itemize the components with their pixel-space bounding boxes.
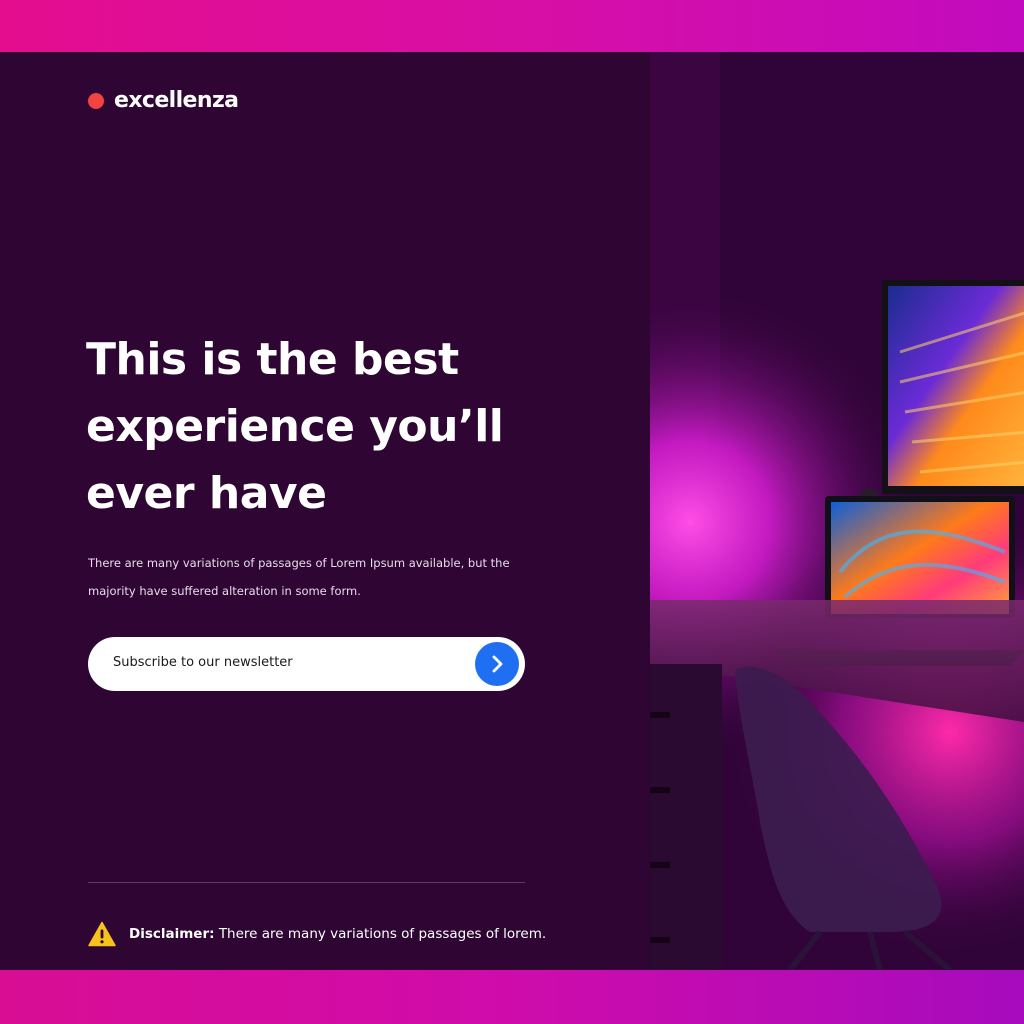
disclaimer: Disclaimer: There are many variations of… [88, 921, 546, 947]
bottom-frame-band [0, 970, 1024, 1024]
headline-line: experience you’ll [86, 401, 504, 452]
warning-icon [88, 921, 116, 947]
disclaimer-label: Disclaimer: [129, 926, 215, 942]
headline-line: This is the best [86, 334, 459, 385]
description-line: There are many variations of passages of… [88, 556, 510, 570]
logo-dot-icon [88, 92, 104, 109]
headline-line: ever have [86, 468, 327, 519]
logo-text: excellenza [114, 88, 239, 113]
hero-headline: This is the best experience you’ll ever … [86, 326, 606, 527]
hero-description: There are many variations of passages of… [88, 549, 528, 605]
disclaimer-body: There are many variations of passages of… [218, 926, 547, 942]
disclaimer-text: Disclaimer: There are many variations of… [129, 926, 546, 942]
newsletter-form: Subscribe to our newsletter [88, 637, 525, 691]
desk-setup-illustration [650, 52, 1024, 970]
footer-divider [88, 882, 525, 883]
hero-photo-workspace [650, 52, 1024, 970]
top-frame-band [0, 0, 1024, 52]
brand-logo[interactable]: excellenza [88, 88, 239, 113]
description-line: majority have suffered alteration in som… [88, 584, 361, 598]
newsletter-input[interactable]: Subscribe to our newsletter [113, 655, 293, 670]
subscribe-submit-button[interactable] [475, 642, 519, 686]
chevron-right-icon [492, 655, 503, 673]
